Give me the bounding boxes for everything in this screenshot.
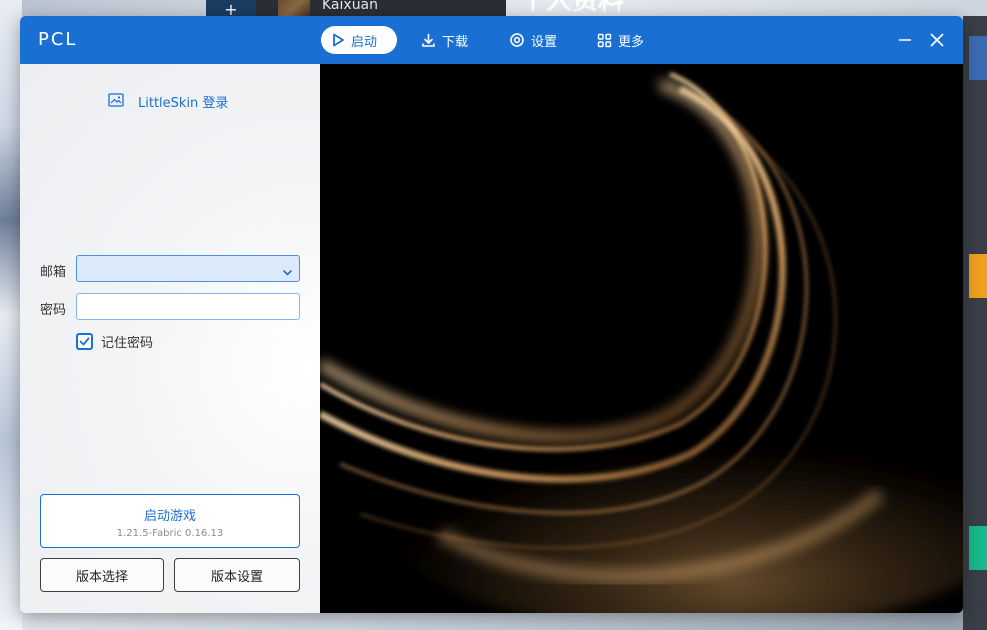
background-add-button[interactable]: + — [206, 0, 256, 16]
login-title: LittleSkin 登录 — [138, 96, 229, 111]
tab-download-label: 下载 — [442, 34, 469, 50]
check-icon — [79, 332, 90, 351]
tab-more[interactable]: 更多 — [587, 26, 654, 54]
background-blue-tab — [969, 36, 987, 80]
background-green-tab — [969, 526, 987, 570]
login-header: LittleSkin 登录 — [108, 92, 228, 111]
version-select-label: 版本选择 — [75, 569, 128, 585]
password-field[interactable] — [76, 293, 300, 320]
password-label: 密码 — [40, 303, 67, 318]
tab-settings-label: 设置 — [531, 34, 558, 50]
remember-label: 记住密码 — [101, 336, 154, 351]
gear-icon — [509, 32, 525, 48]
picture-icon — [108, 92, 124, 111]
play-icon — [331, 33, 345, 47]
minimize-button[interactable] — [892, 28, 918, 54]
version-settings-label: 版本设置 — [210, 569, 263, 585]
remember-password[interactable]: 记住密码 — [76, 332, 153, 351]
background-orange-tab — [969, 254, 987, 298]
close-icon — [930, 32, 944, 51]
background-profile-title: 个人资料 — [520, 0, 625, 16]
grid-icon — [597, 33, 612, 48]
background-right-strip — [963, 16, 987, 630]
launcher-window: PCL 启动 下载 设置 更多 LittleSkin 登录 邮箱 密码 记住密码… — [20, 16, 963, 613]
tab-download[interactable]: 下载 — [411, 26, 478, 54]
email-label: 邮箱 — [40, 265, 67, 280]
app-title: PCL — [38, 29, 78, 50]
tab-launch[interactable]: 启动 — [321, 26, 397, 54]
launch-game-label: 启动游戏 — [143, 509, 196, 524]
remember-checkbox[interactable] — [76, 333, 93, 350]
version-select-button[interactable]: 版本选择 — [40, 558, 164, 592]
tab-launch-label: 启动 — [351, 34, 378, 50]
launcher-wallpaper — [320, 64, 963, 613]
background-user-name: Kaixuan — [322, 0, 379, 13]
tab-more-label: 更多 — [618, 34, 645, 50]
email-field[interactable] — [76, 255, 300, 282]
title-bar: PCL 启动 下载 设置 更多 — [20, 16, 963, 64]
background-artwork — [0, 0, 22, 630]
version-settings-button[interactable]: 版本设置 — [174, 558, 300, 592]
tab-settings[interactable]: 设置 — [499, 26, 567, 54]
golden-ring-artwork — [320, 64, 963, 613]
login-panel: LittleSkin 登录 邮箱 密码 记住密码 启动游戏 1.21.5-Fab… — [20, 64, 320, 613]
background-avatar — [278, 0, 310, 16]
plus-icon: + — [224, 0, 238, 16]
chevron-down-icon[interactable] — [282, 263, 293, 282]
launch-game-button[interactable]: 启动游戏 1.21.5-Fabric 0.16.13 — [40, 494, 300, 548]
download-icon — [421, 33, 436, 48]
close-button[interactable] — [924, 28, 950, 54]
launch-game-version: 1.21.5-Fabric 0.16.13 — [116, 528, 224, 539]
minimize-icon — [898, 32, 912, 51]
